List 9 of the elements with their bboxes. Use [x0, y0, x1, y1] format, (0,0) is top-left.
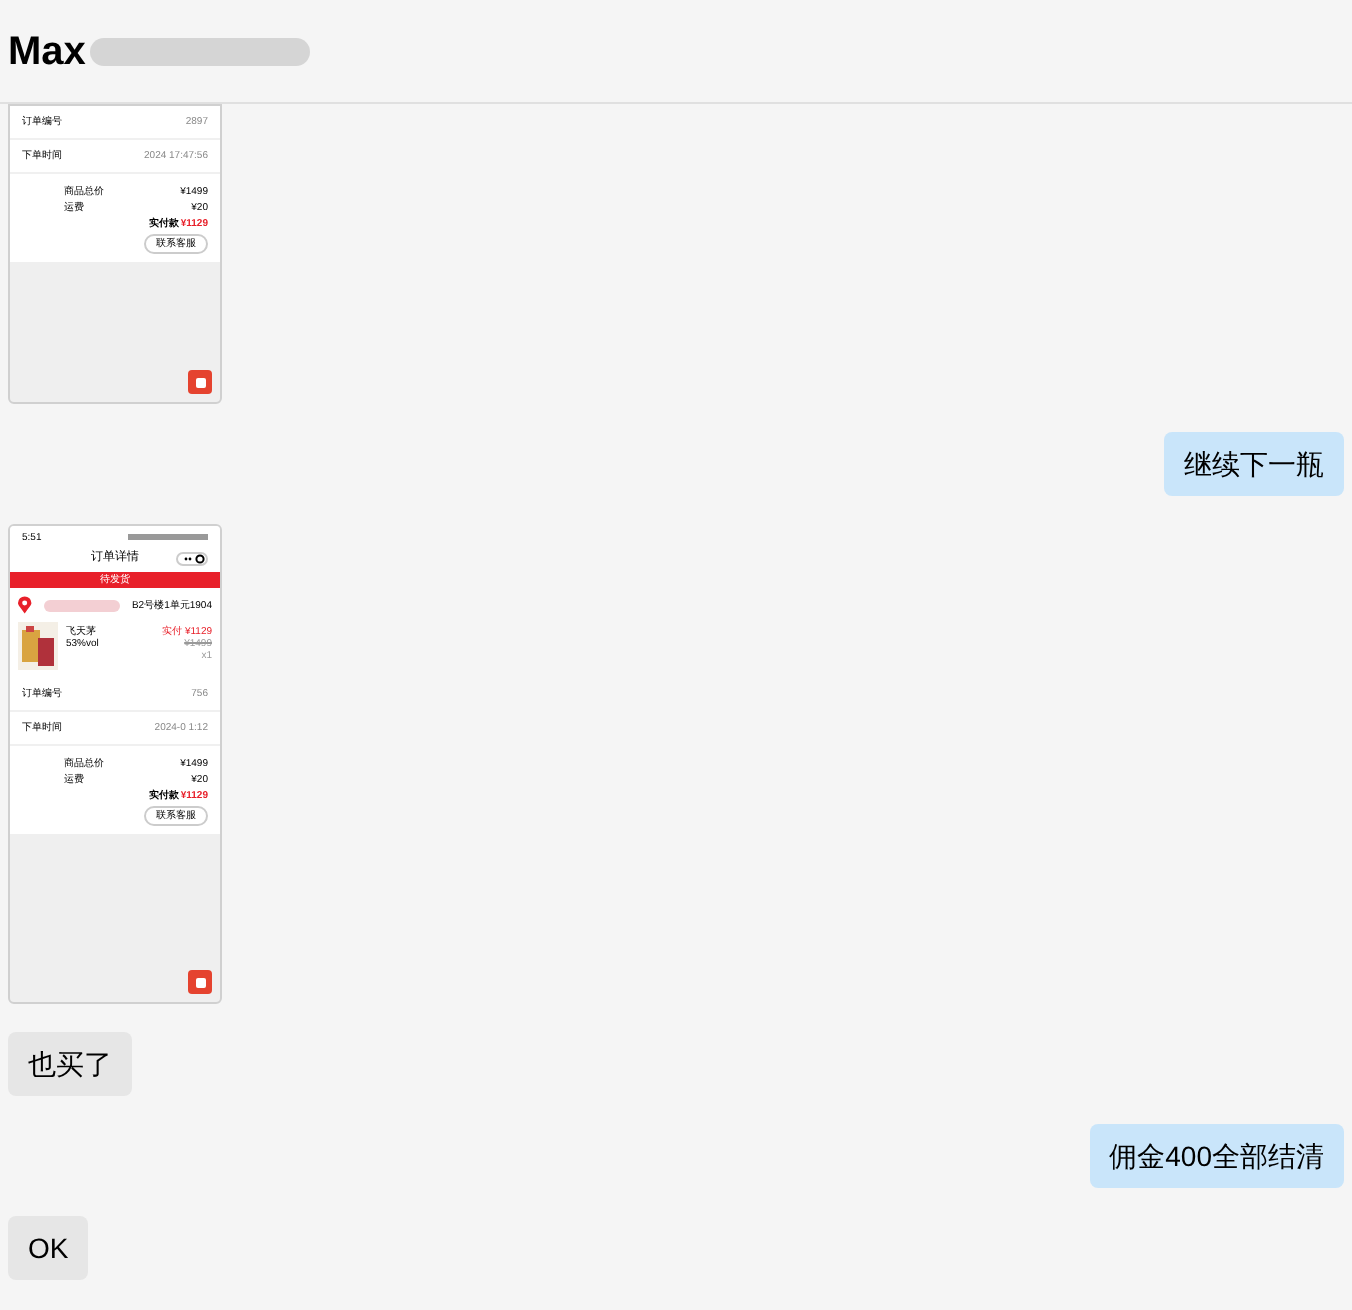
message-bubble: 继续下一瓶: [1164, 432, 1344, 496]
more-icon[interactable]: [176, 551, 208, 565]
message-bubble: 也买了: [8, 1032, 132, 1096]
location-pin-icon: [18, 596, 32, 614]
app-icon[interactable]: [188, 970, 212, 994]
app-icon[interactable]: [188, 370, 212, 394]
message-bubble: 佣金400全部结清: [1089, 1124, 1344, 1188]
contact-name: Max: [8, 27, 86, 77]
message-bubble: OK: [8, 1216, 89, 1280]
